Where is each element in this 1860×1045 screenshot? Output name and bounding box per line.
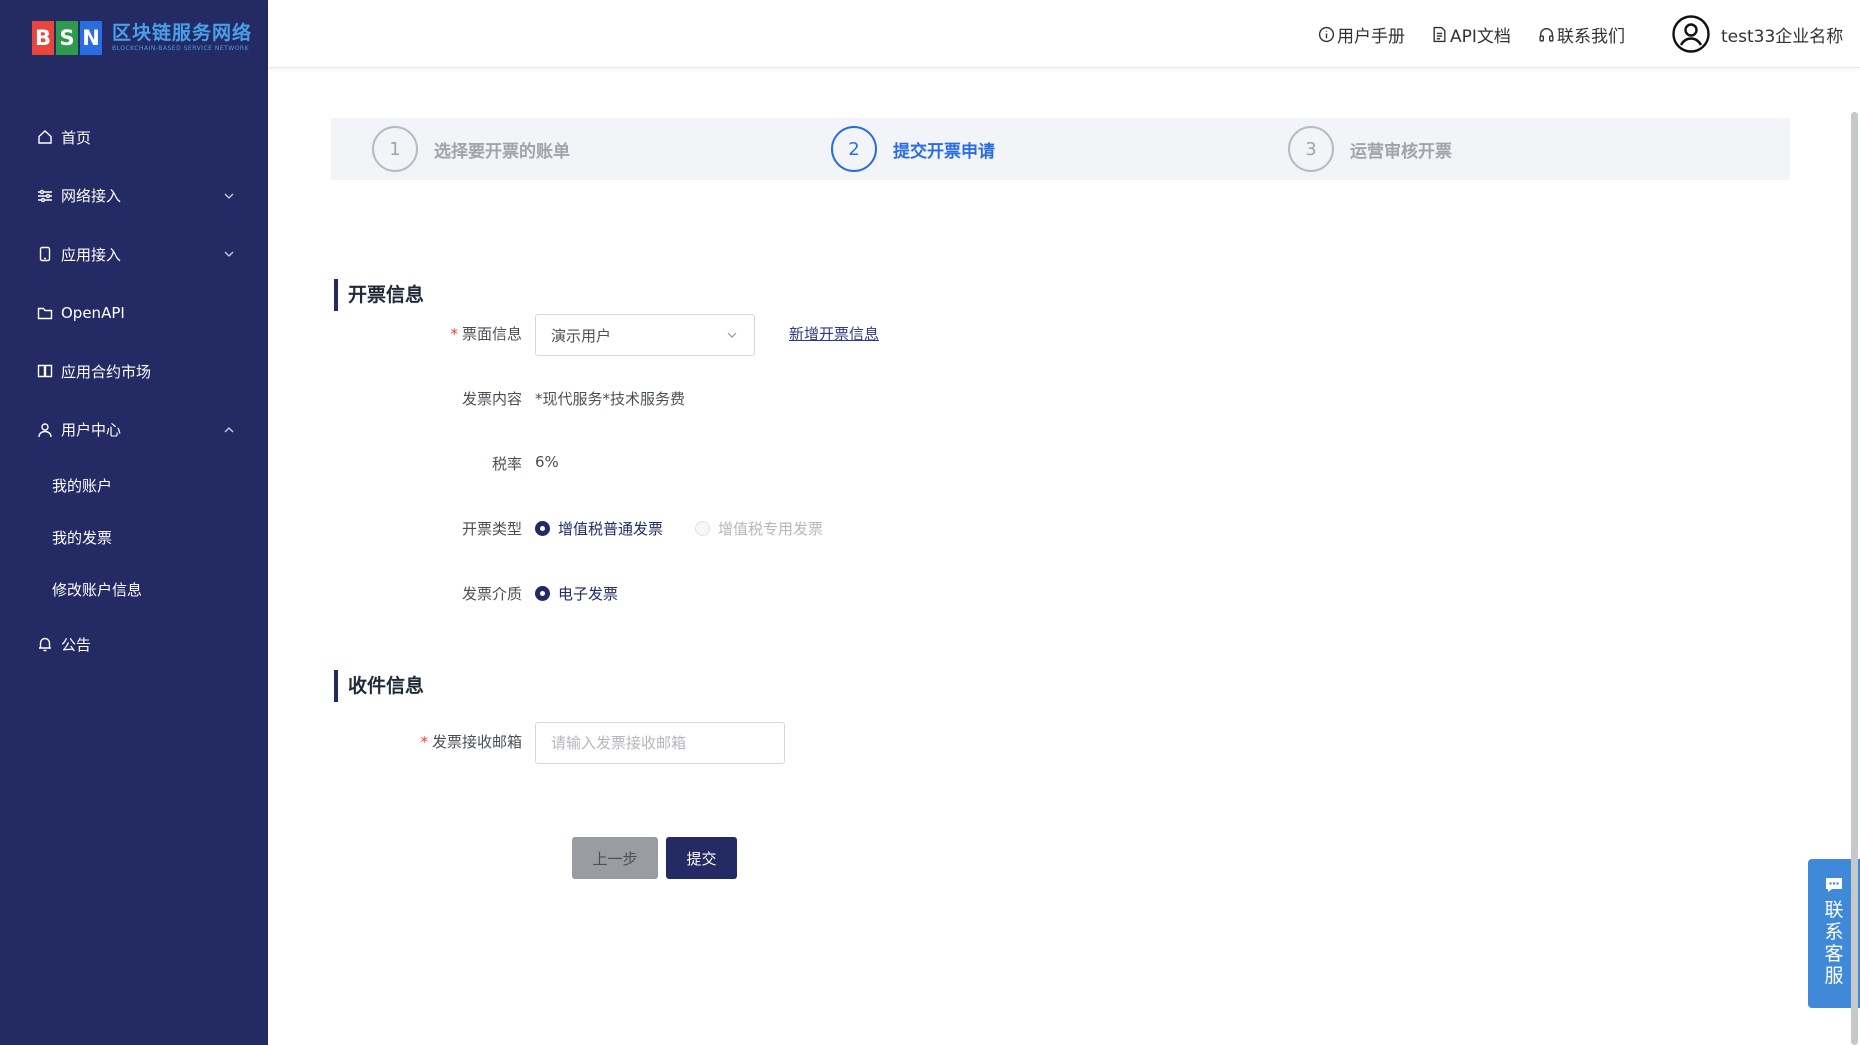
step-1: 1 选择要开票的账单 (372, 126, 570, 172)
radio-label: 增值税专用发票 (718, 520, 824, 538)
sidebar-item-contract-market[interactable]: 应用合约市场 (0, 342, 268, 401)
invoice-medium-radio-group: 电子发票 (535, 583, 650, 604)
logo-letters: B S N (32, 21, 104, 55)
api-docs-label: API文档 (1450, 26, 1511, 47)
logo-letter-b: B (32, 21, 54, 55)
sidebar-item-openapi[interactable]: OpenAPI (0, 284, 268, 343)
radio-vat-special[interactable]: 增值税专用发票 (695, 518, 823, 539)
steps-bar: 1 选择要开票的账单 2 提交开票申请 3 运营审核开票 (331, 118, 1790, 180)
step-label: 提交开票申请 (893, 141, 995, 162)
email-input[interactable] (535, 722, 785, 764)
mobile-icon (36, 246, 53, 263)
invoice-content-label: 发票内容 (461, 390, 522, 408)
user-manual-label: 用户手册 (1337, 26, 1405, 47)
invoice-type-radio-group: 增值税普通发票 增值税专用发票 (535, 518, 855, 539)
avatar[interactable] (1671, 14, 1711, 54)
contact-service-label: 联系客服 (1824, 899, 1844, 987)
document-icon (1433, 26, 1446, 42)
user-avatar-icon (1672, 15, 1710, 53)
contact-us-label: 联系我们 (1557, 26, 1625, 47)
sidebar-item-label: 公告 (61, 635, 92, 654)
shipping-section-title: 收件信息 (334, 670, 424, 702)
chevron-down-icon (727, 332, 737, 338)
radio-vat-general[interactable]: 增值税普通发票 (535, 518, 663, 539)
bell-icon (36, 636, 53, 653)
tax-rate-label: 税率 (491, 455, 522, 473)
chat-icon (1826, 878, 1842, 892)
sliders-icon (36, 187, 53, 204)
invoice-header-label: * 票面信息 (450, 325, 522, 343)
radio-label: 电子发票 (558, 585, 619, 603)
radio-dot (695, 521, 711, 536)
previous-step-button[interactable]: 上一步 (572, 837, 658, 879)
sidebar-item-user-center[interactable]: 用户中心 (0, 401, 268, 460)
chevron-down-icon (224, 251, 234, 258)
tax-rate-value: 6% (535, 453, 559, 471)
page-scrollbar[interactable] (1851, 112, 1858, 1045)
user-manual-link[interactable]: 用户手册 (1318, 22, 1405, 47)
logo-title-en: BLOCKCHAIN-BASED SERVICE NETWORK (112, 45, 250, 52)
sidebar-item-label: 应用合约市场 (61, 362, 152, 381)
sidebar-item-label: 网络接入 (61, 187, 122, 206)
step-2: 2 提交开票申请 (831, 126, 995, 172)
invoice-type-label: 开票类型 (461, 520, 522, 538)
sidebar-subitem-my-account[interactable]: 我的账户 (0, 459, 268, 511)
bsn-logo[interactable]: B S N 区块链服务网络 BLOCKCHAIN-BASED SERVICE N… (32, 18, 252, 58)
invoice-content-value: *现代服务*技术服务费 (535, 390, 686, 408)
step-label: 运营审核开票 (1350, 141, 1452, 162)
user-icon (36, 421, 53, 438)
sidebar-item-network-access[interactable]: 网络接入 (0, 167, 268, 226)
radio-dot (535, 521, 550, 536)
book-icon (36, 363, 53, 380)
step-number: 1 (372, 126, 418, 172)
logo-letter-s: S (56, 21, 78, 55)
contact-us-link[interactable]: 联系我们 (1538, 22, 1625, 47)
sidebar-item-app-access[interactable]: 应用接入 (0, 225, 268, 284)
invoice-medium-label: 发票介质 (461, 585, 522, 603)
sidebar-item-announcement[interactable]: 公告 (0, 615, 268, 674)
chevron-up-icon (224, 426, 234, 433)
radio-dot (535, 586, 550, 601)
step-3: 3 运营审核开票 (1288, 126, 1452, 172)
sidebar-item-label: 用户中心 (61, 421, 122, 440)
folder-icon (36, 304, 53, 321)
submit-button[interactable]: 提交 (666, 837, 737, 879)
sidebar-item-label: 首页 (61, 128, 92, 147)
step-label: 选择要开票的账单 (434, 141, 570, 162)
top-header: 用户手册 API文档 联系我们 test33企业名称 (268, 0, 1860, 68)
sidebar-item-home[interactable]: 首页 (0, 108, 268, 167)
home-icon (36, 129, 53, 146)
headset-icon (1539, 27, 1554, 42)
logo-letter-n: N (80, 21, 102, 55)
radio-label: 增值税普通发票 (558, 520, 664, 538)
sidebar-subitem-my-invoices[interactable]: 我的发票 (0, 511, 268, 563)
sidebar: B S N 区块链服务网络 BLOCKCHAIN-BASED SERVICE N… (0, 0, 268, 1045)
sidebar-item-label: OpenAPI (61, 303, 125, 322)
info-icon (1318, 26, 1335, 42)
logo-title-cn: 区块链服务网络 (112, 22, 253, 44)
email-label: * 发票接收邮箱 (420, 733, 522, 751)
add-invoice-info-link[interactable]: 新增开票信息 (789, 323, 879, 344)
step-number: 2 (831, 126, 877, 172)
sidebar-menu: 首页 网络接入 应用接入 OpenAPI 应用合约市场 用户中心 我的账户 我的… (0, 108, 268, 674)
sidebar-subitem-edit-account[interactable]: 修改账户信息 (0, 563, 268, 615)
api-docs-link[interactable]: API文档 (1431, 22, 1511, 47)
user-name[interactable]: test33企业名称 (1721, 22, 1843, 47)
step-number: 3 (1288, 126, 1334, 172)
sidebar-item-label: 应用接入 (61, 245, 122, 264)
invoice-section-title: 开票信息 (334, 279, 424, 311)
invoice-header-select[interactable]: 演示用户 (535, 314, 755, 356)
chevron-down-icon (224, 193, 234, 199)
radio-electronic-invoice[interactable]: 电子发票 (535, 583, 618, 604)
invoice-header-selected: 演示用户 (551, 326, 612, 345)
